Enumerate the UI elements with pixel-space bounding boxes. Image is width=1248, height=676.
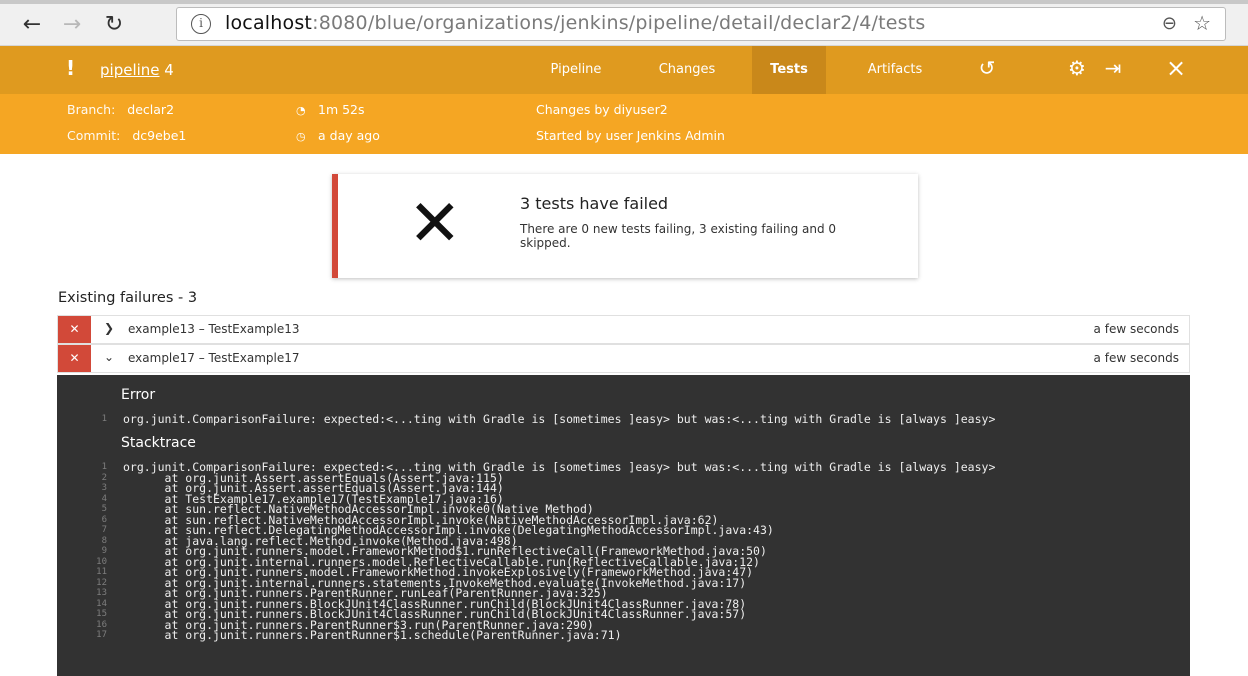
line-number: 2 xyxy=(101,472,107,483)
tab-tests[interactable]: Tests xyxy=(752,46,826,94)
test-failure-row[interactable]: ✕ ❯ example13 – TestExample13 a few seco… xyxy=(57,315,1190,344)
line-text: org.junit.ComparisonFailure: expected:<.… xyxy=(123,412,996,426)
run-details: Branch: declar2 Commit: dc9ebe1 ◔ 1m 52s … xyxy=(0,94,1248,154)
error-line: 1 org.junit.ComparisonFailure: expected:<… xyxy=(57,414,1190,425)
url-path: :8080/blue/organizations/jenkins/pipelin… xyxy=(312,12,926,34)
line-number: 9 xyxy=(101,546,107,556)
line-number: 17 xyxy=(96,630,107,640)
line-number: 13 xyxy=(96,588,107,598)
line-text: at org.junit.runners.ParentRunner$1.sche… xyxy=(123,628,622,642)
branch-label: Branch: xyxy=(67,102,116,117)
duration-info: ◔ 1m 52s xyxy=(296,102,365,117)
summary-title: 3 tests have failed xyxy=(520,194,669,213)
branch-info: Branch: declar2 xyxy=(67,102,174,117)
url-host: localhost xyxy=(225,12,313,34)
exit-icon[interactable]: ⇥ xyxy=(1100,56,1126,80)
line-number: 5 xyxy=(101,504,107,514)
tab-changes[interactable]: Changes xyxy=(642,46,732,94)
url-text[interactable]: localhost:8080/blue/organizations/jenkin… xyxy=(225,12,925,34)
line-number: 6 xyxy=(101,514,107,525)
address-bar[interactable]: i localhost:8080/blue/organizations/jenk… xyxy=(176,7,1226,41)
tab-artifacts[interactable]: Artifacts xyxy=(846,46,944,94)
timer-icon: ◔ xyxy=(296,104,306,117)
test-name: example17 – TestExample17 xyxy=(128,351,300,365)
test-output-console: Error Stacktrace 1 org.junit.ComparisonFa… xyxy=(57,375,1190,676)
arrow-left-icon[interactable]: ← xyxy=(18,12,46,38)
close-icon[interactable]: × xyxy=(1163,54,1189,82)
line-number: 7 xyxy=(101,525,107,535)
failed-x-icon: ✕ xyxy=(58,316,91,343)
time-info: ◷ a day ago xyxy=(296,128,380,143)
replay-icon[interactable]: ↺ xyxy=(974,56,1000,80)
reload-icon[interactable]: ↻ xyxy=(100,12,128,38)
run-header: ! pipeline 4 Pipeline Changes Tests Arti… xyxy=(0,46,1248,94)
failure-x-icon: ✕ xyxy=(408,187,462,261)
test-duration: a few seconds xyxy=(1093,322,1179,336)
tab-strip xyxy=(0,0,1248,4)
time-value: a day ago xyxy=(318,128,380,143)
error-heading: Error xyxy=(121,387,156,403)
commit-value[interactable]: dc9ebe1 xyxy=(132,128,186,143)
stacktrace-heading: Stacktrace xyxy=(121,435,196,451)
chevron-down-icon[interactable]: ⌄ xyxy=(104,350,114,364)
line-number: 16 xyxy=(96,619,107,630)
stack-line: 17 at org.junit.runners.ParentRunner$1.s… xyxy=(57,630,1190,641)
changes-info: Changes by diyuser2 xyxy=(536,102,668,117)
clock-icon: ◷ xyxy=(296,130,306,143)
line-number: 1 xyxy=(101,414,107,424)
section-title: Existing failures - 3 xyxy=(58,290,198,306)
test-duration: a few seconds xyxy=(1093,351,1179,365)
started-info: Started by user Jenkins Admin xyxy=(536,128,725,143)
arrow-right-icon[interactable]: → xyxy=(58,12,86,38)
test-failure-row[interactable]: ✕ ⌄ example17 – TestExample17 a few seco… xyxy=(57,344,1190,373)
commit-label: Commit: xyxy=(67,128,121,143)
line-number: 8 xyxy=(101,535,107,546)
tab-pipeline[interactable]: Pipeline xyxy=(530,46,622,94)
line-number: 3 xyxy=(101,483,107,493)
run-number: 4 xyxy=(164,61,174,79)
test-summary-card: ✕ 3 tests have failed There are 0 new te… xyxy=(332,174,918,278)
line-number: 10 xyxy=(96,556,107,567)
summary-text: There are 0 new tests failing, 3 existin… xyxy=(520,222,837,250)
browser-toolbar: ← → ↻ i localhost:8080/blue/organization… xyxy=(0,0,1248,46)
chevron-right-icon[interactable]: ❯ xyxy=(104,321,114,335)
line-number: 4 xyxy=(101,493,107,504)
commit-info: Commit: dc9ebe1 xyxy=(67,128,186,143)
run-title: pipeline 4 xyxy=(100,61,174,79)
info-icon[interactable]: i xyxy=(191,14,211,34)
zoom-out-icon[interactable]: ⊖ xyxy=(1162,13,1177,34)
line-number: 11 xyxy=(96,567,107,577)
failed-x-icon: ✕ xyxy=(58,345,91,372)
pipeline-link[interactable]: pipeline xyxy=(100,61,160,79)
line-number: 15 xyxy=(96,609,107,619)
unstable-status-icon: ! xyxy=(66,56,76,80)
line-number: 14 xyxy=(96,598,107,609)
gear-icon[interactable]: ⚙ xyxy=(1064,56,1090,80)
star-icon[interactable]: ☆ xyxy=(1193,11,1211,35)
branch-value[interactable]: declar2 xyxy=(127,102,174,117)
line-number: 1 xyxy=(101,462,107,472)
test-name: example13 – TestExample13 xyxy=(128,322,300,336)
duration-value: 1m 52s xyxy=(318,102,365,117)
line-number: 12 xyxy=(96,577,107,588)
